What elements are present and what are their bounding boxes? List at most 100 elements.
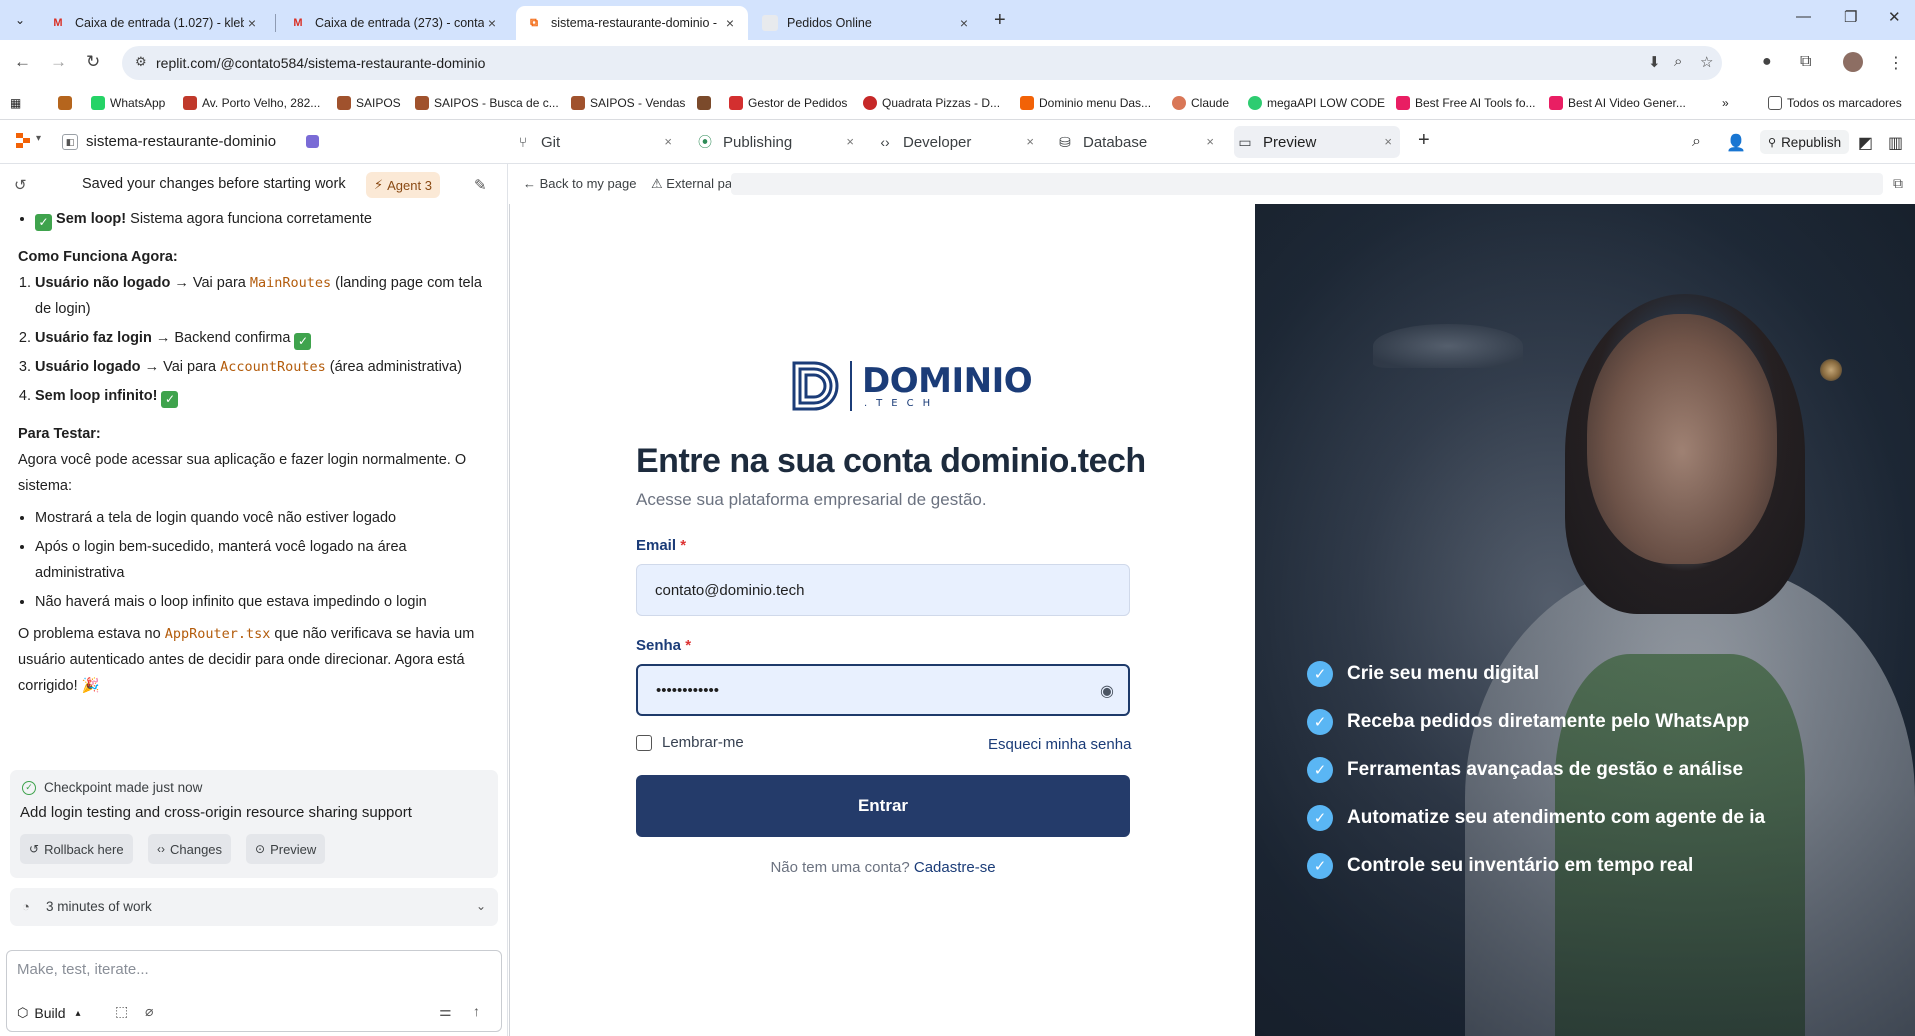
more-bookmarks-chevron-icon[interactable]: » bbox=[1722, 92, 1729, 114]
bookmark-gestor-pedidos[interactable]: Gestor de Pedidos bbox=[729, 92, 847, 114]
all-bookmarks-folder[interactable]: Todos os marcadores bbox=[1768, 92, 1902, 114]
close-tab-icon[interactable]: × bbox=[722, 15, 738, 31]
close-tab-icon[interactable]: × bbox=[1384, 134, 1392, 149]
agent-version-pill[interactable]: ⚡ Agent 3 bbox=[366, 172, 440, 198]
bookmark-dominio-menu[interactable]: Dominio menu Das... bbox=[1020, 92, 1151, 114]
chevron-down-icon[interactable]: ▾ bbox=[36, 133, 41, 144]
label-text: Email bbox=[636, 537, 677, 554]
close-window-icon[interactable]: ✕ bbox=[1888, 8, 1901, 26]
republish-button[interactable]: ⚲ Republish bbox=[1760, 130, 1850, 154]
bold-text: Usuário não logado bbox=[35, 275, 171, 291]
chevron-down-icon[interactable]: ⌄ bbox=[476, 899, 486, 913]
apps-grid-icon[interactable]: ▦ bbox=[10, 92, 21, 114]
bookmark-icon-only-2[interactable] bbox=[697, 92, 716, 114]
preview-url-bar[interactable] bbox=[731, 173, 1883, 195]
minimize-icon[interactable]: — bbox=[1796, 8, 1811, 25]
address-bar[interactable]: ⚙ replit.com/@contato584/sistema-restaur… bbox=[122, 46, 1722, 80]
bookmark-star-icon[interactable]: ☆ bbox=[1700, 53, 1713, 71]
bookmark-saipos-vendas[interactable]: SAIPOS - Vendas bbox=[571, 92, 685, 114]
signup-link[interactable]: Cadastre-se bbox=[914, 859, 996, 876]
bookmark-ai-tools[interactable]: Best Free AI Tools fo... bbox=[1396, 92, 1536, 114]
mode-selector[interactable]: ⬡ Build ▴ bbox=[17, 1002, 81, 1024]
tab-database[interactable]: ⛁ Database × bbox=[1056, 126, 1222, 158]
reload-icon[interactable]: ↻ bbox=[86, 52, 100, 72]
bookmark-ai-video[interactable]: Best AI Video Gener... bbox=[1549, 92, 1686, 114]
invite-user-icon[interactable]: 👤 bbox=[1726, 133, 1746, 153]
close-tab-icon[interactable]: × bbox=[956, 15, 972, 31]
tab-developer[interactable]: ‹› Developer × bbox=[876, 126, 1042, 158]
search-icon[interactable]: ⌕ bbox=[1692, 133, 1701, 151]
replit-logo-icon[interactable] bbox=[14, 132, 32, 150]
new-chat-icon[interactable]: ✎ bbox=[474, 176, 487, 194]
preview-toolbar: ← Back to my page ⚠ External page ⧉ bbox=[509, 164, 1915, 204]
bookmark-porto-velho[interactable]: Av. Porto Velho, 282... bbox=[183, 92, 320, 114]
bookmark-saipos[interactable]: SAIPOS bbox=[337, 92, 401, 114]
browser-toolbar: ← → ↻ ⚙ replit.com/@contato584/sistema-r… bbox=[0, 40, 1915, 86]
close-tab-icon[interactable]: × bbox=[846, 134, 854, 149]
new-tab-plus-icon[interactable]: + bbox=[994, 9, 1006, 32]
bookmark-megaapi[interactable]: megaAPI LOW CODE bbox=[1248, 92, 1385, 114]
browser-tab-pedidos[interactable]: Pedidos Online × bbox=[752, 6, 982, 40]
forgot-password-link[interactable]: Esqueci minha senha bbox=[988, 736, 1131, 753]
feature-text: Ferramentas avançadas de gestão e anális… bbox=[1347, 759, 1744, 780]
tab-publishing[interactable]: ⦿ Publishing × bbox=[696, 126, 862, 158]
rollback-button[interactable]: ↺ Rollback here bbox=[20, 834, 133, 864]
close-tab-icon[interactable]: × bbox=[1206, 134, 1214, 149]
restore-window-icon[interactable]: ❐ bbox=[1844, 8, 1857, 26]
layout-toggle-icon[interactable]: ◩ bbox=[1858, 133, 1873, 153]
close-tab-icon[interactable]: × bbox=[1026, 134, 1034, 149]
bookmark-icon-only[interactable] bbox=[58, 92, 77, 114]
install-app-icon[interactable]: ⬇ bbox=[1648, 53, 1661, 71]
close-tab-icon[interactable]: × bbox=[664, 134, 672, 149]
forward-arrow-icon[interactable]: → bbox=[50, 52, 67, 72]
settings-sliders-icon[interactable]: ⚌ bbox=[439, 1003, 452, 1020]
sidebar-toggle-icon[interactable]: ▥ bbox=[1888, 133, 1903, 153]
email-input[interactable] bbox=[637, 565, 1129, 615]
extensions-puzzle-icon[interactable]: ⧉ bbox=[1800, 53, 1811, 71]
attach-paperclip-icon[interactable]: ⌀ bbox=[145, 1003, 153, 1020]
open-new-window-icon[interactable]: ⧉ bbox=[1893, 175, 1903, 192]
bookmark-whatsapp[interactable]: WhatsApp bbox=[91, 92, 165, 114]
bookmark-saipos-busca[interactable]: SAIPOS - Busca de c... bbox=[415, 92, 559, 114]
back-to-page-link[interactable]: ← Back to my page bbox=[523, 176, 636, 191]
send-arrow-icon[interactable]: ↑ bbox=[473, 1003, 480, 1019]
browser-tab-gmail-1[interactable]: M Caixa de entrada (1.027) - klebe × bbox=[40, 6, 270, 40]
email-field[interactable] bbox=[636, 564, 1130, 616]
browser-tab-replit[interactable]: ⧉ sistema-restaurante-dominio - × bbox=[516, 6, 748, 40]
prompt-input[interactable] bbox=[17, 961, 487, 978]
history-icon[interactable]: ↺ bbox=[14, 176, 27, 194]
login-submit-button[interactable]: Entrar bbox=[636, 775, 1130, 837]
button-label: Preview bbox=[270, 841, 317, 857]
paragraph-text: O problema estava no bbox=[18, 626, 165, 642]
select-element-icon[interactable]: ⬚ bbox=[115, 1003, 128, 1020]
changes-button[interactable]: ‹› Changes bbox=[148, 834, 232, 864]
preview-button[interactable]: ⊙ Preview bbox=[246, 834, 326, 864]
remember-me-checkbox[interactable]: Lembrar-me bbox=[636, 734, 744, 751]
close-tab-icon[interactable]: × bbox=[484, 15, 500, 31]
list-item: Sem loop infinito! ✓ bbox=[35, 383, 496, 409]
add-tab-plus-icon[interactable]: + bbox=[1418, 129, 1430, 152]
chrome-menu-icon[interactable]: ⋮ bbox=[1888, 53, 1904, 73]
profile-avatar[interactable] bbox=[1843, 52, 1863, 72]
check-circle-icon: ✓ bbox=[1307, 805, 1333, 831]
bookmark-claude[interactable]: Claude bbox=[1172, 92, 1229, 114]
browser-tab-gmail-2[interactable]: M Caixa de entrada (273) - contat × bbox=[280, 6, 510, 40]
bookmark-quadrata[interactable]: Quadrata Pizzas - D... bbox=[863, 92, 1000, 114]
work-time-summary[interactable]: ◔ 3 minutes of work ⌄ bbox=[10, 888, 498, 926]
preview-pane: ← Back to my page ⚠ External page ⧉ DOMI… bbox=[509, 164, 1915, 1036]
tab-git[interactable]: ⑂ Git × bbox=[514, 126, 680, 158]
checkbox-box[interactable] bbox=[636, 734, 652, 751]
password-field[interactable]: ◉ bbox=[636, 664, 1130, 716]
tab-search-chevron-icon[interactable]: ⌄ bbox=[8, 9, 32, 31]
close-tab-icon[interactable]: × bbox=[244, 15, 260, 31]
zoom-icon[interactable]: ⌕ bbox=[1674, 53, 1682, 70]
show-password-eye-icon[interactable]: ◉ bbox=[1100, 681, 1114, 701]
back-arrow-icon[interactable]: ← bbox=[14, 52, 31, 72]
project-name[interactable]: sistema-restaurante-dominio bbox=[86, 133, 276, 150]
address-url[interactable]: replit.com/@contato584/sistema-restauran… bbox=[156, 55, 485, 71]
extension-fox-icon[interactable]: ● bbox=[1762, 53, 1772, 71]
tab-preview[interactable]: ▭ Preview × bbox=[1234, 126, 1400, 158]
bookmark-label: Best Free AI Tools fo... bbox=[1415, 96, 1536, 110]
site-info-icon[interactable]: ⚙ bbox=[135, 54, 147, 70]
password-input[interactable] bbox=[638, 666, 1128, 714]
